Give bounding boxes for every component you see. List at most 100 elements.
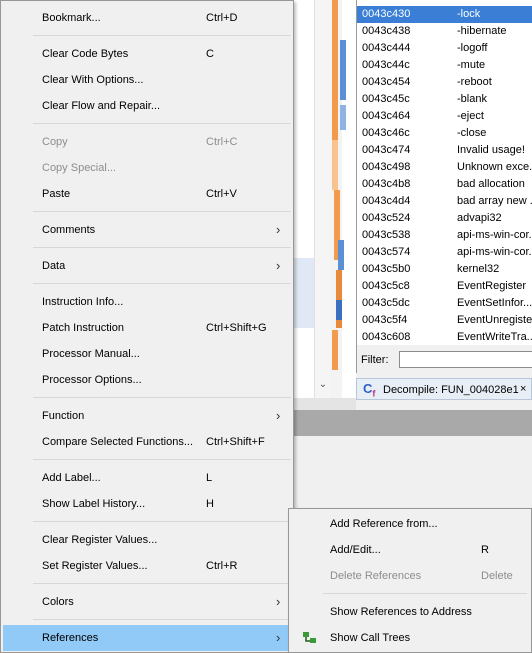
menu-item-instruction-info[interactable]: Instruction Info... (3, 289, 291, 315)
table-row[interactable]: 0043c538 api-ms-win-cor... (357, 227, 532, 244)
menu-separator (33, 35, 291, 36)
menu-item-paste[interactable]: Paste Ctrl+V (3, 181, 291, 207)
table-row[interactable]: 0043c498 Unknown exce... (357, 159, 532, 176)
menu-separator (33, 619, 291, 620)
menu-item-show-label-history[interactable]: Show Label History... H (3, 491, 291, 517)
menu-item-shortcut: C (206, 48, 214, 60)
table-row[interactable]: 0043c474 Invalid usage! (357, 142, 532, 159)
table-row[interactable]: 0043c46c -close (357, 125, 532, 142)
table-row[interactable]: 0043c444 -logoff (357, 40, 532, 57)
menu-item-clear-with-options[interactable]: Clear With Options... (3, 67, 291, 93)
menu-item-processor-manual[interactable]: Processor Manual... (3, 341, 291, 367)
menu-item-bookmark[interactable]: Bookmark... Ctrl+D (3, 5, 291, 31)
menu-item-patch-instruction[interactable]: Patch Instruction Ctrl+Shift+G (3, 315, 291, 341)
row-address: 0043c44c (362, 59, 410, 71)
submenu-item-show-call-trees[interactable]: Show Call Trees (291, 625, 529, 651)
filter-bar: Filter: (356, 345, 532, 373)
marker-bar (338, 240, 344, 270)
table-row[interactable]: 0043c574 api-ms-win-cor... (357, 244, 532, 261)
table-row[interactable]: 0043c454 -reboot (357, 74, 532, 91)
table-row[interactable]: 0043c5b0 kernel32 (357, 261, 532, 278)
menu-item-label: Copy (42, 136, 68, 148)
row-string-value: -eject (457, 110, 484, 122)
menu-item-label: Delete References (330, 570, 422, 582)
submenu-item-show-references-to-address[interactable]: Show References to Address (291, 599, 529, 625)
menu-item-shortcut: Ctrl+V (206, 188, 237, 200)
menu-item-label: Processor Options... (42, 374, 142, 386)
marker-bar (332, 330, 338, 370)
row-string-value: -lock (457, 8, 481, 20)
submenu-item-add-edit[interactable]: Add/Edit... R (291, 537, 529, 563)
row-string-value: kernel32 (457, 263, 500, 275)
menu-item-label: Clear Register Values... (42, 534, 158, 546)
table-row[interactable]: 0043c4d4 bad array new ... (357, 193, 532, 210)
row-address: 0043c5b0 (362, 263, 411, 275)
chevron-right-icon: › (276, 594, 281, 609)
menu-item-function[interactable]: Function › (3, 403, 291, 429)
row-address: 0043c574 (362, 246, 411, 258)
scroll-down-arrow-icon[interactable]: ⌄ (315, 379, 331, 390)
table-row[interactable]: 0043c5c8 EventRegister (357, 278, 532, 295)
menu-item-label: Data (42, 260, 66, 272)
menu-item-label: References (42, 632, 99, 644)
table-row[interactable]: 0043c464 -eject (357, 108, 532, 125)
menu-item-copy[interactable]: Copy Ctrl+C (3, 129, 291, 155)
close-icon[interactable]: × (520, 383, 526, 395)
menu-item-clear-code-bytes[interactable]: Clear Code Bytes C (3, 41, 291, 67)
row-address: 0043c474 (362, 144, 411, 156)
submenu-item-delete-references[interactable]: Delete References Delete (291, 563, 529, 589)
menu-item-label: Instruction Info... (42, 296, 124, 308)
row-address: 0043c45c (362, 93, 410, 105)
empty-panel-area (292, 410, 532, 436)
menu-item-comments[interactable]: Comments › (3, 217, 291, 243)
menu-separator (33, 397, 291, 398)
row-address: 0043c5c8 (362, 280, 410, 292)
menu-item-clear-register-values[interactable]: Clear Register Values... (3, 527, 291, 553)
marker-bar (332, 0, 338, 140)
menu-item-set-register-values[interactable]: Set Register Values... Ctrl+R (3, 553, 291, 579)
filter-label: Filter: (361, 354, 389, 366)
menu-item-label: Add Reference from... (330, 518, 438, 530)
menu-item-processor-options[interactable]: Processor Options... (3, 367, 291, 393)
table-row[interactable]: 0043c524 advapi32 (357, 210, 532, 227)
row-address: 0043c498 (362, 161, 411, 173)
menu-item-label: Add Label... (42, 472, 101, 484)
row-address: 0043c5dc (362, 297, 410, 309)
panel-divider[interactable] (292, 398, 356, 410)
filter-input[interactable] (399, 351, 532, 368)
table-row[interactable]: 0043c430 -lock (357, 6, 532, 23)
menu-item-add-label[interactable]: Add Label... L (3, 465, 291, 491)
listing-scrollbar[interactable]: ⌄ (314, 0, 330, 398)
table-row[interactable]: 0043c438 -hibernate (357, 23, 532, 40)
menu-item-shortcut: H (206, 498, 214, 510)
table-row[interactable]: 0043c45c -blank (357, 91, 532, 108)
menu-item-references[interactable]: References › (3, 625, 291, 651)
table-row[interactable]: 0043c44c -mute (357, 57, 532, 74)
table-row[interactable]: 0043c5dc EventSetInfor... (357, 295, 532, 312)
row-string-value: -reboot (457, 76, 492, 88)
gutter-highlight (294, 258, 314, 328)
menu-item-label: Paste (42, 188, 71, 200)
menu-item-shortcut: L (206, 472, 213, 484)
row-address: 0043c4d4 (362, 195, 411, 207)
submenu-item-add-reference-from[interactable]: Add Reference from... (291, 511, 529, 537)
menu-item-colors[interactable]: Colors › (3, 589, 291, 615)
menu-item-label: Patch Instruction (42, 322, 124, 334)
menu-item-label: Bookmark... (42, 12, 101, 24)
menu-item-shortcut: Ctrl+D (206, 12, 238, 24)
menu-separator (33, 583, 291, 584)
menu-item-clear-flow-and-repair[interactable]: Clear Flow and Repair... (3, 93, 291, 119)
table-row[interactable]: 0043c5f4 EventUnregister (357, 312, 532, 329)
defined-strings-table[interactable]: 0043c430 -lock 0043c438 -hibernate 0043c444 -… (356, 0, 532, 345)
menu-item-data[interactable]: Data › (3, 253, 291, 279)
chevron-right-icon: › (276, 630, 281, 645)
table-row[interactable]: 0043c4b8 bad allocation (357, 176, 532, 193)
menu-item-shortcut: Delete (481, 570, 513, 582)
menu-item-compare-selected-functions[interactable]: Compare Selected Functions... Ctrl+Shift+… (3, 429, 291, 455)
marker-bar (336, 300, 342, 320)
menu-item-label: Colors (42, 596, 74, 608)
row-address: 0043c5f4 (362, 314, 408, 326)
table-row[interactable]: 0043c608 EventWriteTra... (357, 329, 532, 345)
tab-decompile[interactable]: Cf Decompile: FUN_004028e1 × (356, 378, 532, 400)
menu-item-copy-special[interactable]: Copy Special... (3, 155, 291, 181)
